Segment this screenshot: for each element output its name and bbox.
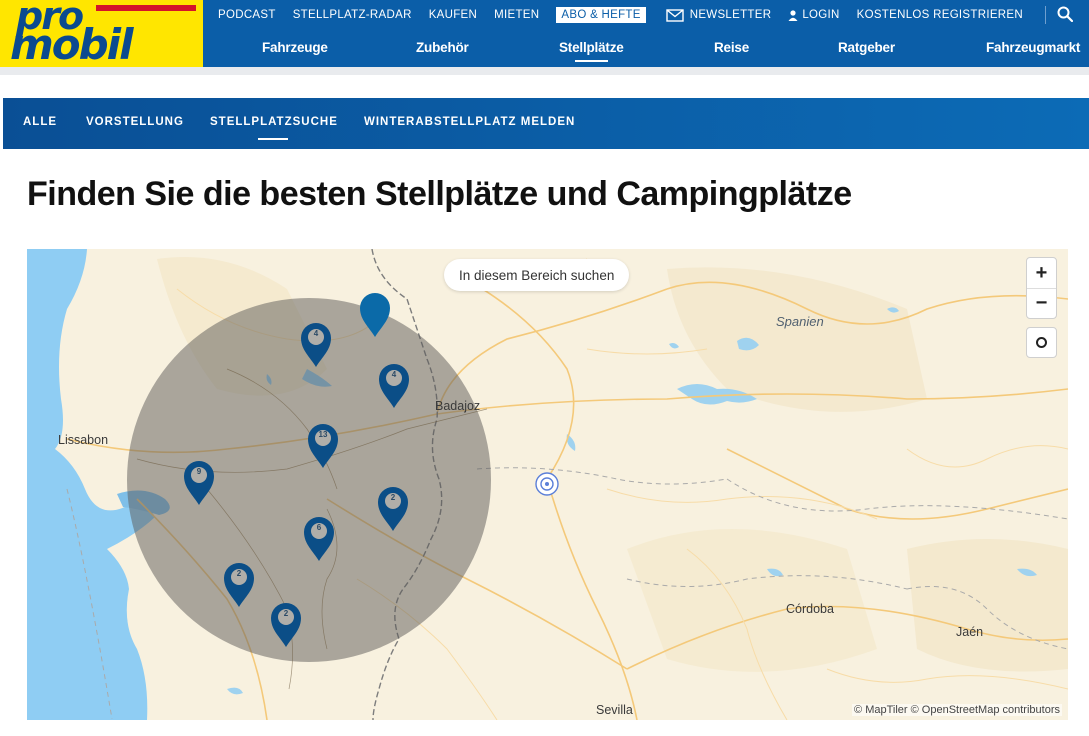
cluster-count: 13: [318, 430, 328, 439]
zoom-in-button[interactable]: +: [1027, 258, 1056, 288]
logo-stripe: [96, 5, 196, 11]
topnav-login[interactable]: LOGIN: [788, 9, 839, 21]
subnav-alle[interactable]: ALLE: [23, 116, 57, 128]
envelope-icon: [666, 8, 684, 22]
site-logo[interactable]: pro mobil: [0, 0, 203, 67]
topnav-divider: [1045, 6, 1046, 24]
locate-icon: [1036, 337, 1047, 348]
map-pin-partial[interactable]: [357, 289, 393, 339]
map-cluster-pin[interactable]: 4: [298, 319, 334, 369]
map-cluster-pin[interactable]: 2: [221, 559, 257, 609]
current-location-marker: [535, 472, 559, 496]
main-navigation: Fahrzeuge Zubehör Stellplätze Reise Ratg…: [203, 30, 1089, 67]
map-pin-icon: [271, 603, 301, 647]
map-cluster-pin[interactable]: 9: [181, 457, 217, 507]
subnav-winterabstellplatz-melden[interactable]: WINTERABSTELLPLATZ MELDEN: [364, 116, 575, 128]
section-subnav: ALLE VORSTELLUNG STELLPLATZSUCHE WINTERA…: [3, 98, 1089, 149]
map-pin-icon: [224, 563, 254, 607]
page-title: Finden Sie die besten Stellplätze und Ca…: [27, 175, 852, 213]
map-cluster-pin[interactable]: 13: [305, 420, 341, 470]
topnav-newsletter[interactable]: NEWSLETTER: [666, 8, 772, 22]
map-label-sevilla: Sevilla: [596, 703, 633, 717]
search-icon: [1057, 6, 1074, 27]
cluster-count: 2: [236, 569, 242, 578]
map-cluster-pin[interactable]: 6: [301, 513, 337, 563]
map-pin-icon: [301, 323, 331, 367]
map-cluster-pin[interactable]: 2: [375, 483, 411, 533]
cluster-count: 4: [313, 329, 319, 338]
cluster-count: 4: [391, 370, 397, 379]
search-this-area-button[interactable]: In diesem Bereich suchen: [444, 259, 630, 291]
map-label-jaen: Jaén: [956, 625, 984, 639]
cluster-count: 9: [196, 467, 202, 476]
zoom-control: + −: [1026, 257, 1057, 319]
mainnav-zubehoer[interactable]: Zubehör: [416, 40, 469, 55]
map-pin-icon: [379, 364, 409, 408]
map-pin-icon: [360, 293, 390, 337]
map-pin-icon: [378, 487, 408, 531]
mainnav-fahrzeuge[interactable]: Fahrzeuge: [262, 40, 328, 55]
newsletter-label: NEWSLETTER: [689, 9, 772, 21]
top-navigation: PODCAST STELLPLATZ-RADAR KAUFEN MIETEN A…: [218, 0, 1040, 30]
logo-text-mobil: mobil: [10, 20, 133, 67]
map-pin-icon: [304, 517, 334, 561]
site-header: pro mobil PODCAST STELLPLATZ-RADAR KAUFE…: [0, 0, 1089, 67]
map-pin-icon: [184, 461, 214, 505]
cluster-count: 2: [390, 493, 396, 502]
map-label-spanien: Spanien: [776, 314, 824, 329]
mainnav-stellplaetze[interactable]: Stellplätze: [559, 40, 624, 62]
map-cluster-pin[interactable]: 2: [268, 599, 304, 649]
map-label-lissabon: Lissabon: [58, 433, 109, 447]
locate-me-button[interactable]: [1026, 327, 1057, 358]
topnav-mieten[interactable]: MIETEN: [494, 9, 539, 21]
map-view[interactable]: 4 4 13 9 2 6 2 2 Spanien Badajoz Lissabo…: [27, 249, 1068, 720]
login-label: LOGIN: [802, 9, 840, 21]
map-pin-icon: [308, 424, 338, 468]
mainnav-reise[interactable]: Reise: [714, 40, 749, 55]
header-divider-band: [0, 67, 1089, 75]
topnav-kaufen[interactable]: KAUFEN: [429, 9, 477, 21]
topnav-podcast[interactable]: PODCAST: [218, 9, 276, 21]
map-attribution[interactable]: © MapTiler © OpenStreetMap contributors: [852, 704, 1062, 716]
zoom-out-button[interactable]: −: [1027, 288, 1056, 318]
user-icon: [788, 9, 798, 21]
mainnav-ratgeber[interactable]: Ratgeber: [838, 40, 895, 55]
topnav-abo-hefte[interactable]: ABO & HEFTE: [556, 7, 646, 23]
subnav-stellplatzsuche[interactable]: STELLPLATZSUCHE: [210, 116, 338, 140]
map-cluster-pin[interactable]: 4: [376, 360, 412, 410]
search-button[interactable]: [1054, 5, 1076, 27]
cluster-count: 6: [316, 523, 322, 532]
map-label-cordoba: Córdoba: [786, 602, 834, 616]
map-label-badajoz: Badajoz: [435, 399, 481, 413]
topnav-stellplatz-radar[interactable]: STELLPLATZ-RADAR: [293, 9, 412, 21]
cluster-count: 2: [283, 609, 289, 618]
subnav-vorstellung[interactable]: VORSTELLUNG: [86, 116, 184, 128]
topnav-register[interactable]: KOSTENLOS REGISTRIEREN: [857, 9, 1023, 21]
mainnav-fahrzeugmarkt[interactable]: Fahrzeugmarkt: [986, 40, 1080, 55]
